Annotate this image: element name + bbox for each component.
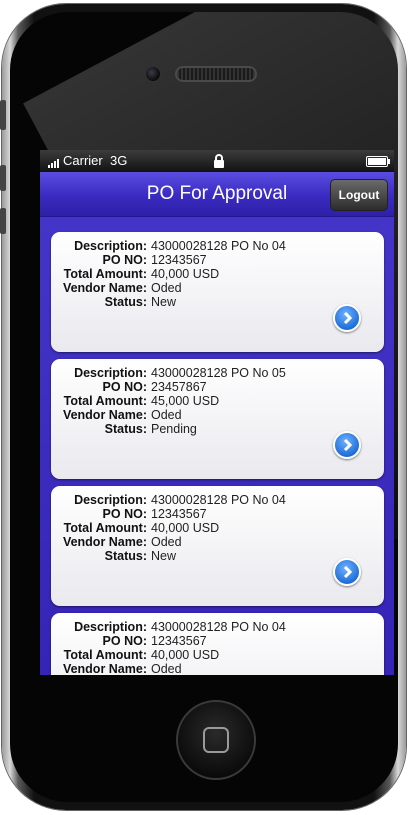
po-no-row: PO NO: 23457867 (51, 380, 207, 395)
description-label: Description: (74, 620, 147, 634)
description-value: 43000028128 PO No 04 (151, 493, 286, 507)
silent-switch (0, 100, 6, 130)
battery-icon (366, 156, 390, 167)
description-value: 43000028128 PO No 05 (151, 366, 286, 380)
home-button[interactable] (176, 700, 256, 780)
description-row: Description: 43000028128 PO No 04 (51, 620, 286, 635)
detail-disclosure-button[interactable] (333, 431, 361, 459)
home-square-icon (203, 727, 229, 753)
po-no-row: PO NO: 12343567 (51, 634, 207, 649)
volume-down-button (0, 208, 6, 234)
vendor-name-row: Vendor Name: Oded (51, 662, 182, 675)
total-amount-row: Total Amount: 40,000 USD (51, 648, 220, 663)
status-label: Status: (104, 422, 147, 436)
camera-icon (145, 66, 161, 82)
total-amount-value: 45,000 USD (151, 394, 220, 408)
logout-button[interactable]: Logout (330, 179, 388, 211)
status-value: New (151, 295, 177, 309)
po-card[interactable]: Description: 43000028128 PO No 04 PO NO: 1… (51, 486, 384, 606)
total-amount-row: Total Amount: 45,000 USD (51, 394, 220, 409)
status-left: Carrier 3G (48, 153, 127, 168)
vendor-name-value: Oded (151, 662, 182, 675)
po-no-value: 12343567 (151, 253, 207, 267)
chevron-right-icon (343, 312, 353, 324)
description-label: Description: (74, 239, 147, 253)
description-row: Description: 43000028128 PO No 04 (51, 493, 286, 508)
network-label: 3G (109, 153, 128, 168)
po-no-label: PO NO: (102, 507, 147, 521)
vendor-name-label: Vendor Name: (62, 408, 147, 422)
description-row: Description: 43000028128 PO No 04 (51, 239, 286, 254)
total-amount-value: 40,000 USD (151, 267, 220, 281)
vendor-name-value: Oded (151, 535, 182, 549)
po-no-row: PO NO: 12343567 (51, 253, 207, 268)
description-value: 43000028128 PO No 04 (151, 239, 286, 253)
vendor-name-label: Vendor Name: (62, 662, 147, 675)
po-no-value: 23457867 (151, 380, 207, 394)
detail-disclosure-button[interactable] (333, 558, 361, 586)
carrier-label: Carrier (63, 153, 103, 168)
description-label: Description: (74, 366, 147, 380)
po-no-label: PO NO: (102, 380, 147, 394)
vendor-name-label: Vendor Name: (62, 535, 147, 549)
po-no-value: 12343567 (151, 507, 207, 521)
navigation-bar: PO For Approval Logout (40, 172, 394, 217)
vendor-name-label: Vendor Name: (62, 281, 147, 295)
po-card[interactable]: Description: 43000028128 PO No 05 PO NO: 2… (51, 359, 384, 479)
po-card[interactable]: Description: 43000028128 PO No 04 PO NO: 1… (51, 232, 384, 352)
total-amount-label: Total Amount: (63, 394, 147, 408)
lock-icon (214, 154, 224, 168)
total-amount-label: Total Amount: (63, 648, 147, 662)
total-amount-row: Total Amount: 40,000 USD (51, 521, 220, 536)
status-row: Status: New (51, 295, 177, 310)
vendor-name-value: Oded (151, 408, 182, 422)
status-row: Status: New (51, 549, 177, 564)
po-card[interactable]: Description: 43000028128 PO No 04 PO NO: 1… (51, 613, 384, 675)
total-amount-label: Total Amount: (63, 267, 147, 281)
description-label: Description: (74, 493, 147, 507)
status-value: New (151, 549, 177, 563)
chevron-right-icon (343, 566, 353, 578)
detail-disclosure-button[interactable] (333, 304, 361, 332)
status-bar: Carrier 3G (40, 150, 394, 172)
vendor-name-row: Vendor Name: Oded (51, 281, 182, 296)
status-label: Status: (104, 295, 147, 309)
total-amount-value: 40,000 USD (151, 648, 220, 662)
chevron-right-icon (343, 439, 353, 451)
vendor-name-value: Oded (151, 281, 182, 295)
po-list[interactable]: Description: 43000028128 PO No 04 PO NO: 1… (40, 217, 394, 675)
status-value: Pending (151, 422, 197, 436)
po-no-value: 12343567 (151, 634, 207, 648)
status-label: Status: (104, 549, 147, 563)
app-screen: Carrier 3G PO For Approval Logout Descri… (40, 150, 394, 675)
description-row: Description: 43000028128 PO No 05 (51, 366, 286, 381)
po-no-label: PO NO: (102, 634, 147, 648)
po-no-label: PO NO: (102, 253, 147, 267)
po-no-row: PO NO: 12343567 (51, 507, 207, 522)
speaker-grille (175, 66, 257, 82)
total-amount-row: Total Amount: 40,000 USD (51, 267, 220, 282)
vendor-name-row: Vendor Name: Oded (51, 408, 182, 423)
total-amount-label: Total Amount: (63, 521, 147, 535)
volume-up-button (0, 165, 6, 191)
vendor-name-row: Vendor Name: Oded (51, 535, 182, 550)
description-value: 43000028128 PO No 04 (151, 620, 286, 634)
total-amount-value: 40,000 USD (151, 521, 220, 535)
signal-icon (48, 153, 60, 168)
status-row: Status: Pending (51, 422, 197, 437)
